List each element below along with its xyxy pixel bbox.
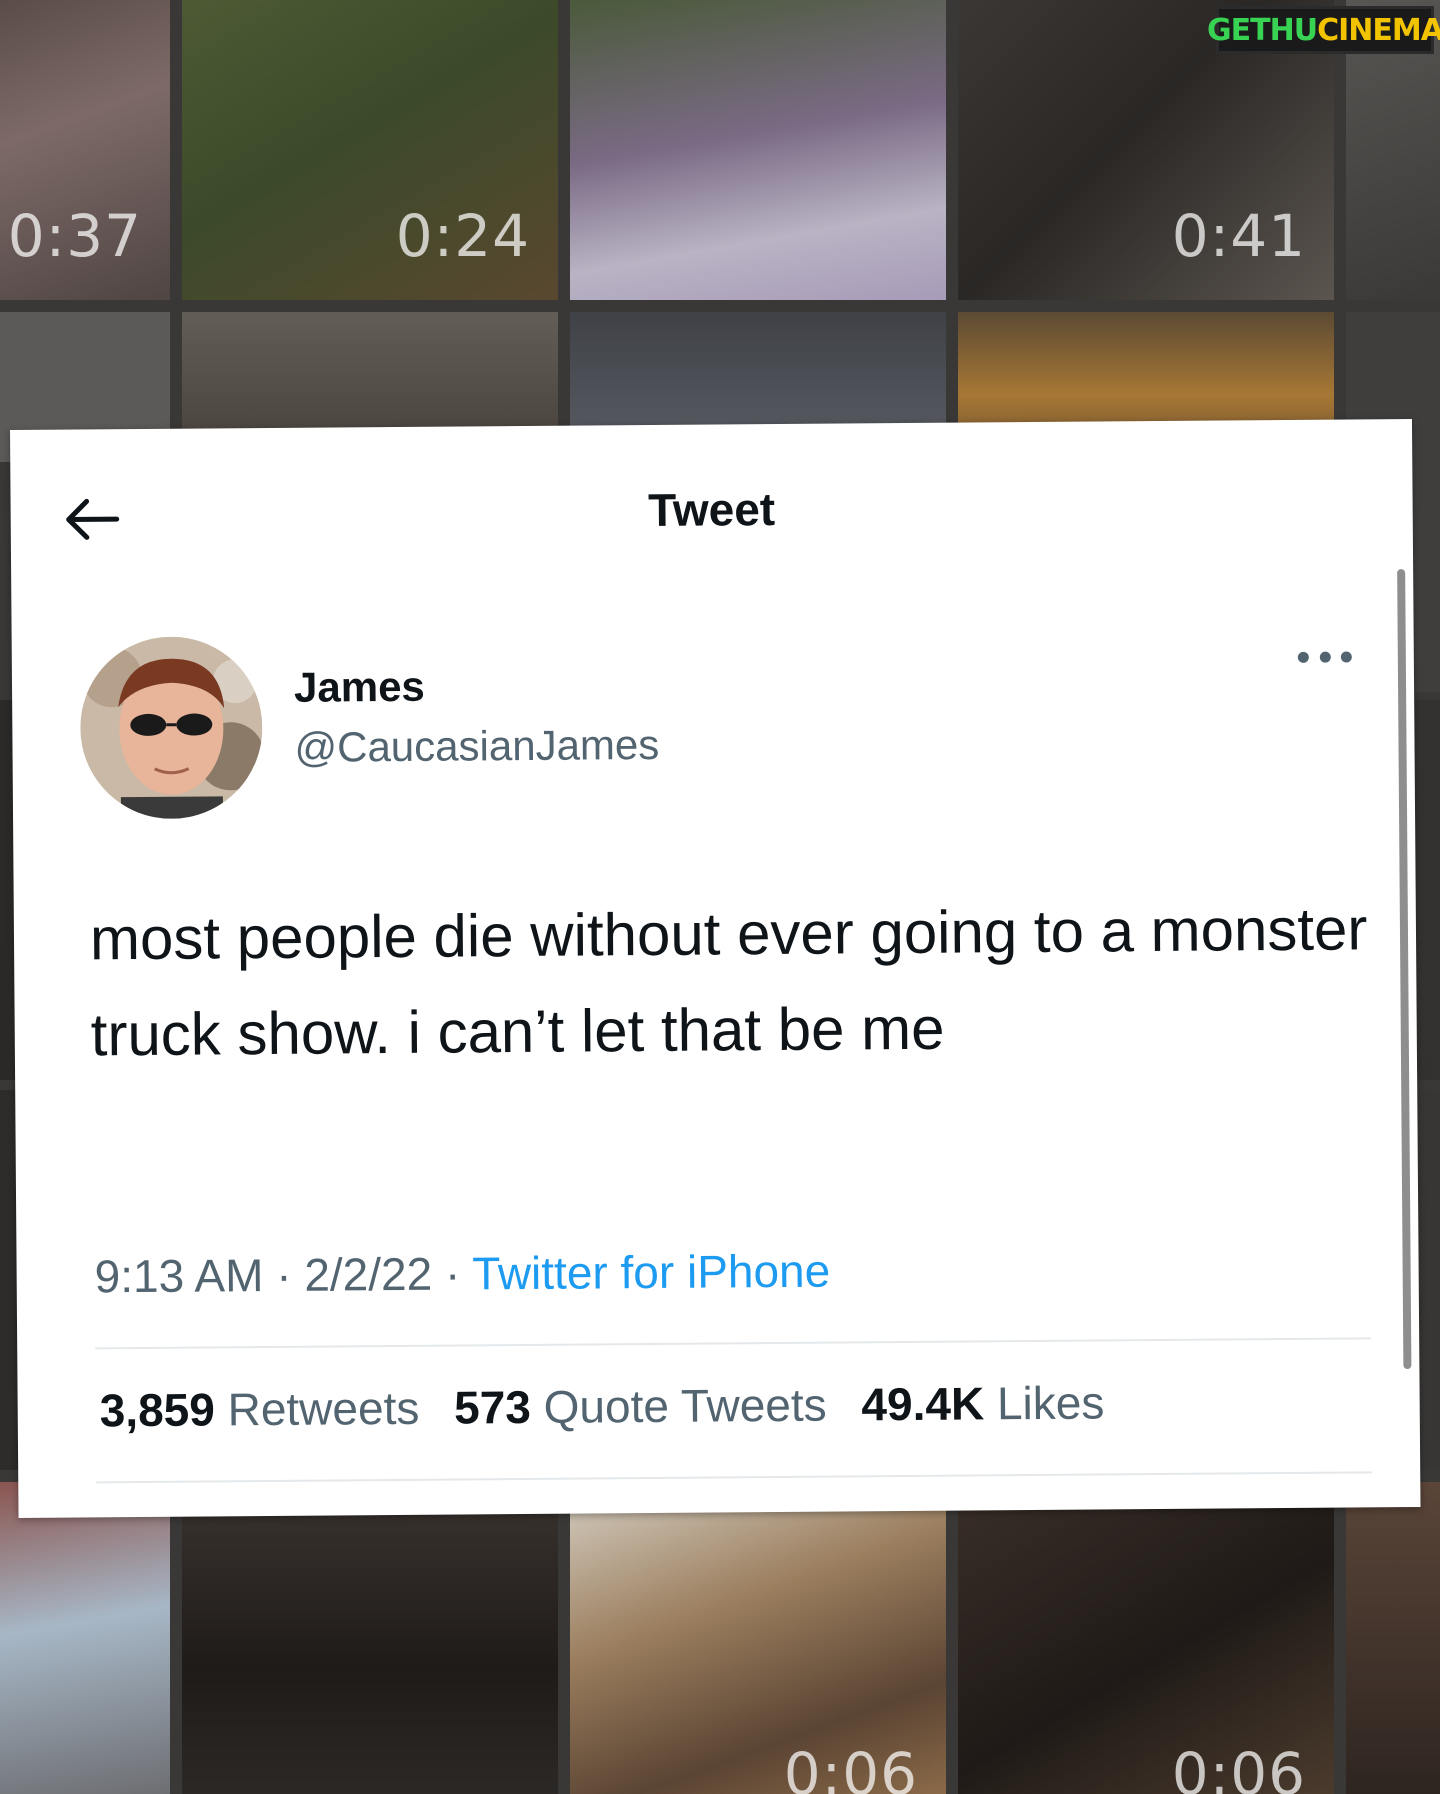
gallery-tile[interactable]: 0:37 xyxy=(0,0,170,300)
dot-icon xyxy=(1340,651,1352,663)
tweet-date[interactable]: 2/2/22 xyxy=(304,1248,432,1301)
divider xyxy=(96,1471,1373,1484)
avatar[interactable] xyxy=(79,636,264,820)
gallery-tile[interactable]: 0:06 xyxy=(570,1482,946,1794)
page-title: Tweet xyxy=(647,482,776,536)
gallery-tile[interactable]: 0:06 xyxy=(958,1482,1334,1794)
gallery-tile[interactable] xyxy=(1346,1482,1440,1794)
video-duration: 0:06 xyxy=(783,1740,918,1794)
gallery-tile[interactable] xyxy=(182,1482,558,1794)
quote-tweets-stat[interactable]: 573 Quote Tweets xyxy=(454,1379,827,1434)
retweets-stat[interactable]: 3,859 Retweets xyxy=(99,1382,419,1437)
tweet-text: most people die without ever going to a … xyxy=(89,895,1368,1069)
video-duration: 0:06 xyxy=(1171,1740,1306,1794)
author-name[interactable]: James xyxy=(294,663,425,712)
tweet-meta: 9:13 AM · 2/2/22 · Twitter for iPhone xyxy=(94,1244,830,1304)
gallery-tile[interactable] xyxy=(0,1482,170,1794)
watermark-logo: GETHU CINEMA xyxy=(1207,6,1440,54)
author-handle[interactable]: @CaucasianJames xyxy=(294,721,659,772)
tweet-stats: 3,859 Retweets 573 Quote Tweets 49.4K Li… xyxy=(99,1375,1104,1437)
gallery-tile[interactable] xyxy=(570,0,946,300)
tweet-source-link[interactable]: Twitter for iPhone xyxy=(472,1245,830,1300)
scrollbar[interactable] xyxy=(1397,569,1412,1370)
profile-photo xyxy=(79,636,264,820)
video-duration: 0:41 xyxy=(1171,202,1306,270)
tweet-time[interactable]: 9:13 AM xyxy=(94,1249,263,1302)
divider xyxy=(95,1337,1372,1350)
video-duration: 0:37 xyxy=(7,202,142,270)
more-options-button[interactable] xyxy=(1297,651,1352,665)
dot-icon xyxy=(1319,651,1331,663)
dot-icon xyxy=(1297,651,1309,663)
gallery-tile[interactable]: 0:24 xyxy=(182,0,558,300)
tweet-card: Tweet James @CaucasianJames most people … xyxy=(10,418,1421,1518)
separator: · xyxy=(444,1247,461,1300)
video-duration: 0:24 xyxy=(395,202,530,270)
separator: · xyxy=(276,1248,292,1301)
likes-stat[interactable]: 49.4K Likes xyxy=(861,1376,1104,1430)
